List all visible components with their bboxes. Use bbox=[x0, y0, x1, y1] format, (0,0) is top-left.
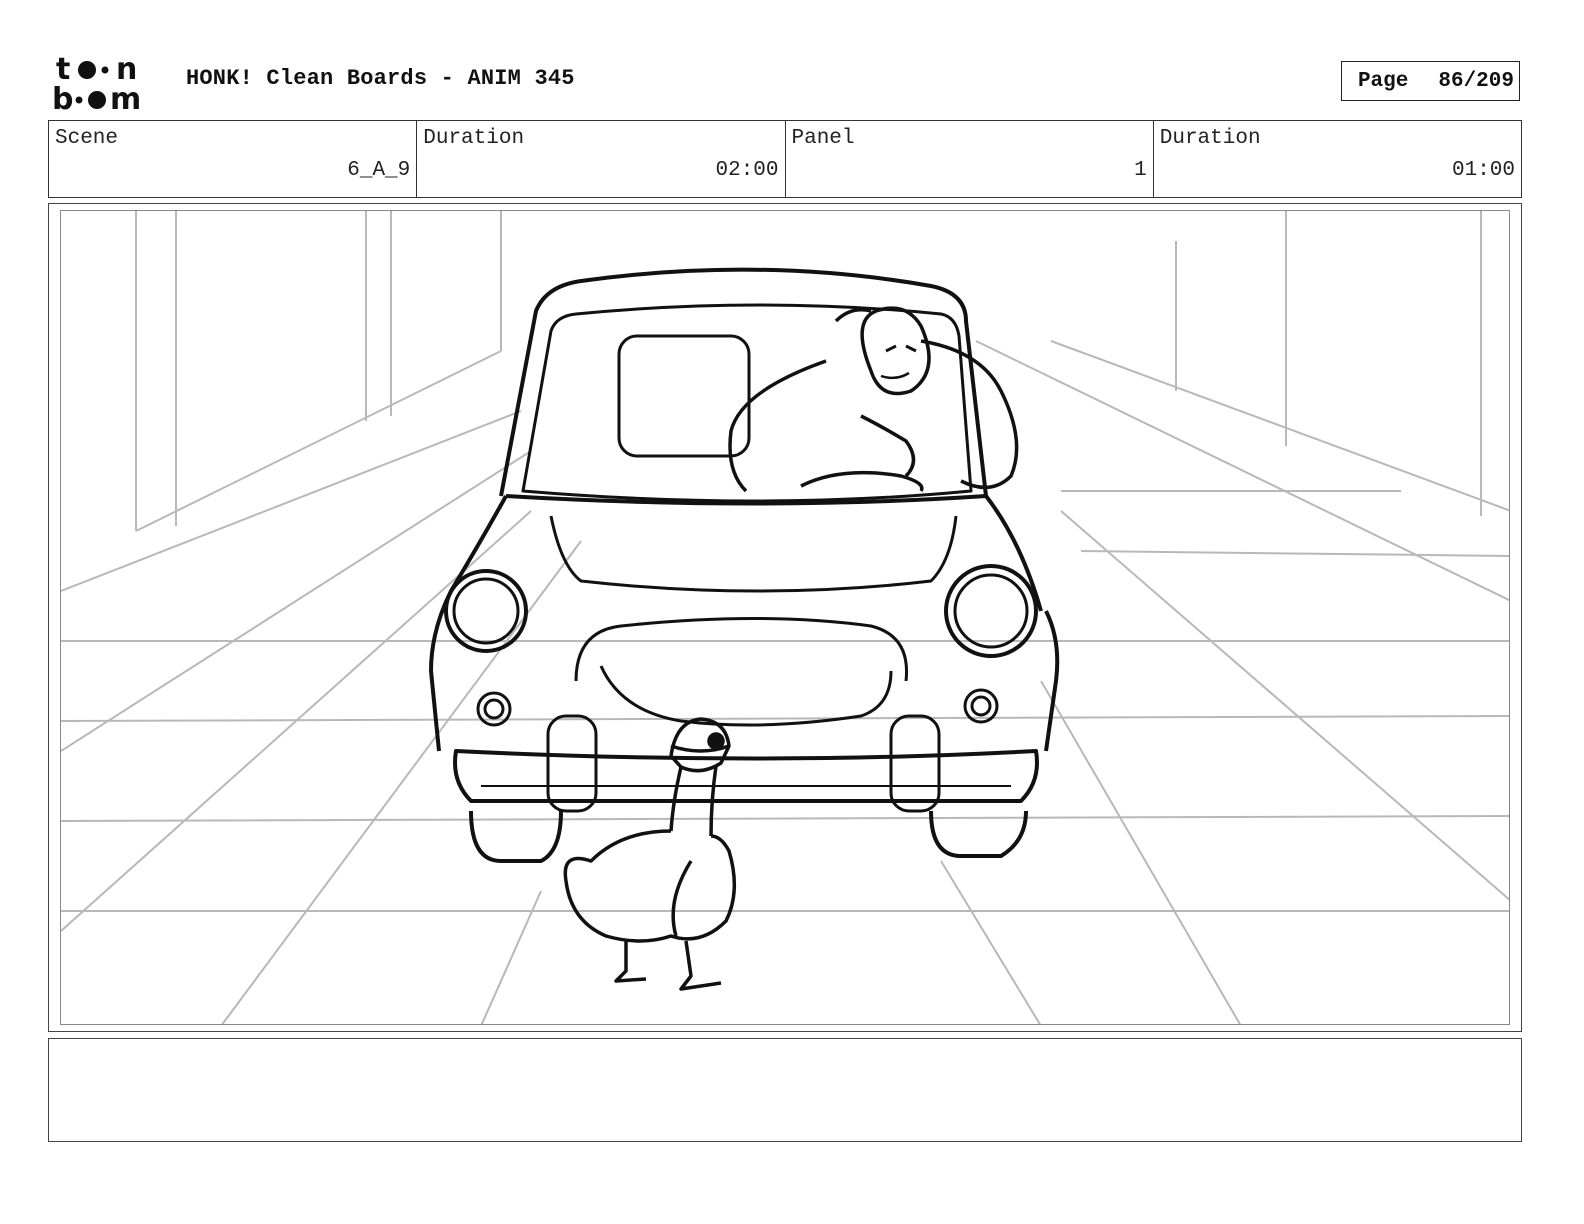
scene-info-table: Scene 6_A_9 Duration 02:00 Panel 1 Durat… bbox=[48, 120, 1522, 198]
storyboard-panel-frame bbox=[48, 203, 1522, 1032]
svg-text:m: m bbox=[110, 82, 141, 112]
storyboard-panel bbox=[60, 210, 1510, 1025]
scene-duration-cell: Duration 02:00 bbox=[417, 121, 786, 197]
scene-cell: Scene 6_A_9 bbox=[49, 121, 418, 197]
panel-duration-cell: Duration 01:00 bbox=[1154, 121, 1521, 197]
scene-duration-label: Duration bbox=[423, 127, 525, 150]
page-number: 86/209 bbox=[1438, 69, 1514, 93]
toon-boom-logo: t n b m bbox=[52, 52, 141, 112]
panel-value: 1 bbox=[1134, 159, 1147, 182]
panel-notes-box bbox=[48, 1038, 1522, 1142]
document-title: HONK! Clean Boards - ANIM 345 bbox=[186, 66, 575, 91]
panel-illustration bbox=[61, 211, 1509, 1024]
scene-duration-value: 02:00 bbox=[715, 159, 779, 182]
scene-label: Scene bbox=[55, 127, 119, 150]
scene-value: 6_A_9 bbox=[347, 159, 411, 182]
panel-label: Panel bbox=[791, 127, 855, 150]
svg-text:b: b bbox=[52, 82, 73, 112]
page-label: Page bbox=[1357, 69, 1409, 93]
page-indicator: Page 86/209 bbox=[1341, 61, 1520, 101]
panel-cell: Panel 1 bbox=[786, 121, 1154, 197]
car-drawing bbox=[429, 267, 1060, 863]
panel-duration-value: 01:00 bbox=[1451, 159, 1515, 182]
panel-duration-label: Duration bbox=[1159, 127, 1261, 150]
